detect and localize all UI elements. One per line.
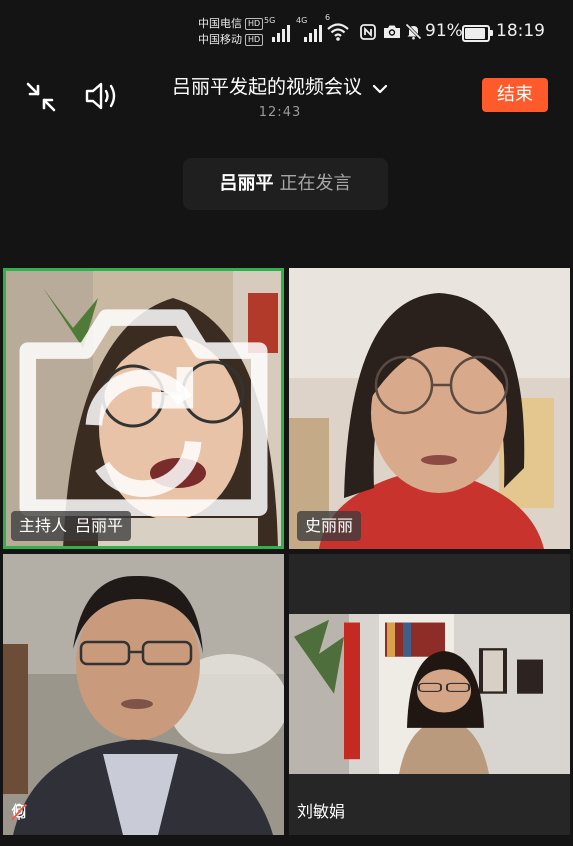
nfc-icon bbox=[360, 24, 376, 40]
video-tile-participant[interactable]: 何 bbox=[3, 554, 284, 835]
hd-badge: HD bbox=[245, 18, 264, 30]
wifi-icon bbox=[327, 23, 349, 41]
participant-video bbox=[289, 614, 570, 774]
mute-bell-icon bbox=[405, 23, 422, 40]
participant-name-label: 主持人 吕丽平 bbox=[11, 511, 132, 541]
participant-name-label: 史丽丽 bbox=[297, 511, 362, 541]
battery-icon bbox=[462, 25, 493, 42]
collapse-arrows-icon bbox=[26, 82, 56, 112]
hd-badge: HD bbox=[245, 34, 264, 46]
participant-video bbox=[289, 268, 570, 549]
switch-camera-icon[interactable] bbox=[3, 268, 284, 549]
video-tile-participant[interactable]: 史丽丽 bbox=[289, 268, 570, 549]
speaking-status: 正在发言 bbox=[279, 173, 352, 194]
end-meeting-button[interactable]: 结束 bbox=[482, 78, 548, 112]
minimize-window-button[interactable] bbox=[26, 82, 56, 112]
status-clock: 18:19 bbox=[496, 21, 545, 41]
meeting-title[interactable]: 吕丽平发起的视频会议 bbox=[172, 72, 362, 99]
camera-icon bbox=[384, 25, 400, 38]
participant-name: 吕丽平 bbox=[75, 516, 124, 535]
status-bar: 中国电信 HD 中国移动 HD 5G 4G 6 91% 18:19 bbox=[0, 0, 573, 60]
battery-percent: 91% bbox=[425, 21, 463, 41]
mic-muted-icon bbox=[11, 803, 27, 821]
participant-name: 史丽丽 bbox=[305, 516, 354, 535]
meeting-title-area[interactable]: 吕丽平发起的视频会议 12:43 bbox=[130, 72, 430, 120]
participant-video bbox=[3, 554, 284, 835]
video-tile-host[interactable]: 主持人 吕丽平 bbox=[3, 268, 284, 549]
speaker-toggle-button[interactable] bbox=[84, 80, 120, 112]
speaker-icon bbox=[85, 82, 116, 110]
meeting-duration: 12:43 bbox=[258, 105, 302, 120]
carrier-1: 中国电信 bbox=[198, 17, 242, 30]
participant-name-label: 何 bbox=[11, 797, 27, 827]
signal-icon bbox=[304, 18, 324, 42]
carrier-2: 中国移动 bbox=[198, 33, 242, 46]
participant-name: 刘敏娟 bbox=[297, 802, 346, 821]
host-role-label: 主持人 bbox=[19, 516, 68, 535]
video-tile-participant[interactable]: 刘敏娟 bbox=[289, 554, 570, 835]
active-speaker-name: 吕丽平 bbox=[219, 173, 274, 194]
signal-icon bbox=[272, 18, 292, 42]
chevron-down-icon[interactable] bbox=[372, 84, 388, 94]
carrier-info: 中国电信 HD 中国移动 HD bbox=[198, 16, 264, 48]
wifi-label: 6 bbox=[325, 13, 331, 22]
participant-name-label: 刘敏娟 bbox=[297, 797, 345, 827]
active-speaker-indicator: 吕丽平 正在发言 bbox=[183, 158, 388, 210]
